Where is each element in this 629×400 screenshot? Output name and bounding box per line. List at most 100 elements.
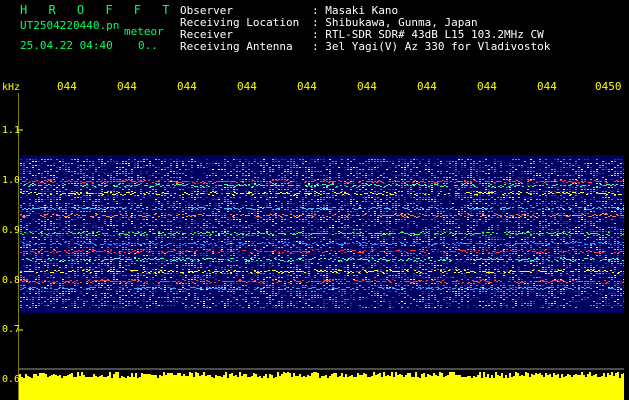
noise-pixel [344,193,346,194]
noise-pixel [395,211,397,212]
noise-pixel [233,191,235,192]
noise-pixel [161,215,163,216]
noise-pixel [608,239,610,240]
noise-pixel [212,209,214,210]
noise-pixel [140,161,142,162]
noise-pixel [173,257,175,258]
noise-pixel [350,197,352,198]
noise-pixel [464,187,466,188]
noise-pixel [128,203,130,204]
noise-pixel [344,217,346,218]
noise-pixel [242,235,244,236]
noise-pixel [572,249,574,250]
noise-pixel [236,253,238,254]
noise-pixel [131,215,133,216]
noise-pixel [557,213,559,214]
noise-pixel [152,255,154,256]
noise-pixel [233,261,235,262]
noise-pixel [161,161,163,162]
noise-pixel [320,191,322,192]
noise-pixel [464,211,466,212]
noise-pixel [149,195,151,196]
noise-pixel [164,235,166,236]
noise-pixel [212,253,214,254]
noise-pixel [620,217,622,218]
noise-pixel [437,159,439,160]
noise-pixel [89,177,91,178]
noise-pixel [335,265,337,266]
noise-pixel [74,263,76,264]
noise-pixel [560,193,562,194]
noise-pixel [611,199,613,200]
noise-pixel [443,255,445,256]
noise-pixel [512,233,514,234]
noise-pixel [47,197,49,198]
noise-pixel [542,161,544,162]
noise-pixel [224,235,226,236]
noise-pixel [80,247,82,248]
noise-pixel [419,161,421,162]
noise-pixel [515,233,517,234]
noise-pixel [524,221,526,222]
noise-pixel [602,233,604,234]
noise-pixel [395,195,397,196]
noise-pixel [122,195,124,196]
noise-pixel [149,167,151,168]
noise-pixel [185,213,187,214]
noise-pixel [140,235,142,236]
noise-pixel [206,255,208,256]
noise-pixel [623,163,624,164]
noise-pixel [197,195,199,196]
noise-pixel [248,169,250,170]
noise-pixel [110,221,112,222]
noise-pixel [599,183,601,184]
noise-pixel [77,237,79,238]
noise-pixel [566,189,568,190]
noise-pixel [569,215,571,216]
noise-pixel [371,203,373,204]
noise-pixel [293,263,295,264]
noise-pixel [248,235,250,236]
noise-pixel [296,247,298,248]
noise-pixel [365,257,367,258]
noise-pixel [80,237,82,238]
noise-pixel [122,209,124,210]
noise-pixel [323,245,325,246]
noise-pixel [224,255,226,256]
noise-pixel [542,203,544,204]
noise-pixel [155,177,157,178]
noise-pixel [218,169,220,170]
noise-pixel [239,245,241,246]
noise-pixel [620,263,622,264]
noise-pixel [488,245,490,246]
noise-pixel [254,223,256,224]
noise-pixel [122,183,124,184]
noise-pixel [377,247,379,248]
noise-pixel [623,217,624,218]
noise-pixel [398,239,400,240]
noise-pixel [512,197,514,198]
noise-pixel [302,255,304,256]
noise-pixel [158,265,160,266]
noise-pixel [215,213,217,214]
noise-pixel [56,251,58,252]
noise-pixel [554,193,556,194]
noise-pixel [296,265,298,266]
noise-pixel [119,211,121,212]
noise-pixel [41,235,43,236]
noise-pixel [368,211,370,212]
noise-pixel [170,259,172,260]
noise-pixel [266,183,268,184]
noise-pixel [245,261,247,262]
noise-pixel [350,183,352,184]
noise-pixel [239,165,241,166]
noise-pixel [242,175,244,176]
noise-pixel [119,217,121,218]
noise-pixel [362,229,364,230]
noise-pixel [398,199,400,200]
noise-pixel [197,235,199,236]
noise-pixel [374,237,376,238]
noise-pixel [20,221,22,222]
noise-pixel [98,179,100,180]
noise-pixel [245,267,247,268]
